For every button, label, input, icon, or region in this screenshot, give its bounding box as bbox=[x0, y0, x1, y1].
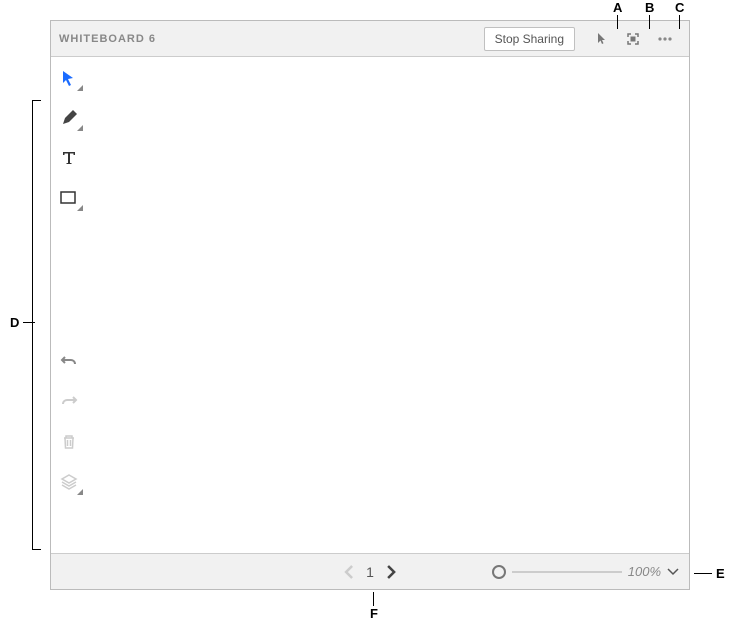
whiteboard-canvas[interactable] bbox=[51, 57, 689, 553]
zoom-dropdown[interactable] bbox=[667, 563, 679, 581]
window-title: WHITEBOARD 6 bbox=[59, 33, 484, 45]
zoom-value: 100% bbox=[628, 564, 661, 579]
pointer-icon[interactable] bbox=[589, 27, 613, 51]
label-f: F bbox=[370, 592, 378, 621]
label-a-text: A bbox=[613, 0, 622, 15]
zoom-slider[interactable] bbox=[512, 571, 622, 573]
header-bar: WHITEBOARD 6 Stop Sharing bbox=[51, 21, 689, 57]
layers-button[interactable] bbox=[55, 469, 83, 495]
toolbar bbox=[55, 65, 89, 495]
label-c-text: C bbox=[675, 0, 684, 15]
text-tool[interactable] bbox=[55, 145, 83, 171]
footer-bar: 1 100% bbox=[51, 553, 689, 589]
label-d-text: D bbox=[10, 315, 19, 330]
label-e-text: E bbox=[716, 566, 725, 581]
page-number: 1 bbox=[366, 564, 374, 580]
label-b-text: B bbox=[645, 0, 654, 15]
more-options-icon[interactable] bbox=[653, 27, 677, 51]
shape-tool[interactable] bbox=[55, 185, 83, 211]
label-b: B bbox=[645, 0, 654, 29]
label-f-text: F bbox=[370, 606, 378, 621]
zoom-handle-icon[interactable] bbox=[492, 565, 506, 579]
page-navigator: 1 bbox=[340, 563, 400, 581]
fullscreen-icon[interactable] bbox=[621, 27, 645, 51]
label-e: E bbox=[694, 566, 725, 581]
undo-button[interactable] bbox=[55, 349, 83, 375]
zoom-controls: 100% bbox=[492, 563, 679, 581]
label-d: D bbox=[10, 315, 35, 330]
whiteboard-window: WHITEBOARD 6 Stop Sharing bbox=[50, 20, 690, 590]
select-tool[interactable] bbox=[55, 65, 83, 91]
stop-sharing-button[interactable]: Stop Sharing bbox=[484, 27, 575, 51]
next-page-button[interactable] bbox=[382, 563, 400, 581]
redo-button[interactable] bbox=[55, 389, 83, 415]
prev-page-button[interactable] bbox=[340, 563, 358, 581]
trash-button[interactable] bbox=[55, 429, 83, 455]
label-a: A bbox=[613, 0, 622, 29]
label-c: C bbox=[675, 0, 684, 29]
pen-tool[interactable] bbox=[55, 105, 83, 131]
